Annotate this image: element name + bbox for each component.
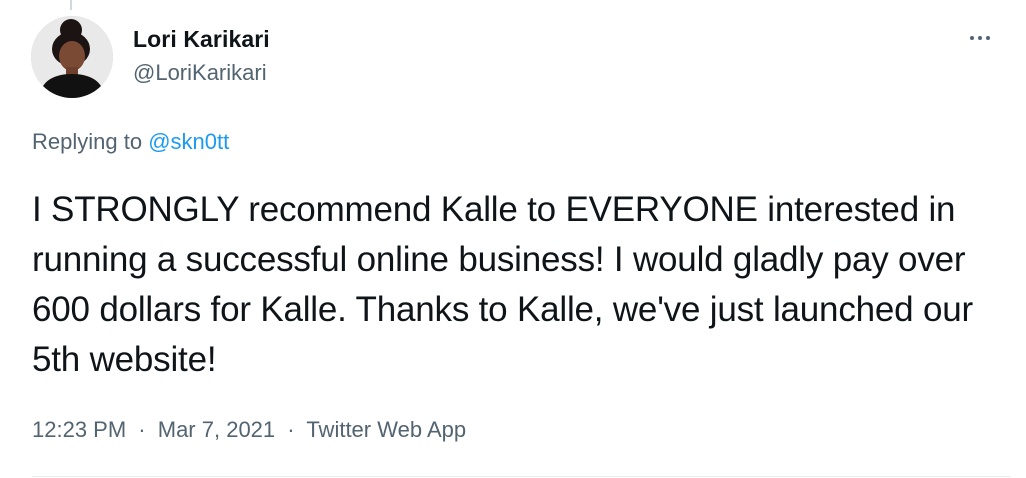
tweet-text: I STRONGLY recommend Kalle to EVERYONE i…	[32, 190, 973, 379]
author-handle[interactable]: @LoriKarikari	[133, 60, 267, 86]
tweet-meta: 12:23 PM · Mar 7, 2021 · Twitter Web App	[32, 417, 466, 443]
avatar[interactable]	[31, 16, 113, 98]
thread-connector-line	[70, 0, 72, 10]
meta-separator: ·	[138, 417, 146, 442]
divider	[32, 476, 1010, 477]
replying-to-label: Replying to	[32, 129, 143, 154]
tweet-source[interactable]: Twitter Web App	[306, 417, 466, 442]
author-name[interactable]: Lori Karikari	[133, 26, 270, 53]
tweet-date[interactable]: Mar 7, 2021	[158, 417, 275, 442]
more-horizontal-icon	[968, 36, 992, 40]
meta-separator: ·	[287, 417, 295, 442]
tweet-time[interactable]: 12:23 PM	[32, 417, 126, 442]
more-button[interactable]	[960, 24, 1000, 52]
reply-mention-link[interactable]: @skn0tt	[148, 129, 229, 154]
replying-to: Replying to @skn0tt	[32, 129, 229, 155]
